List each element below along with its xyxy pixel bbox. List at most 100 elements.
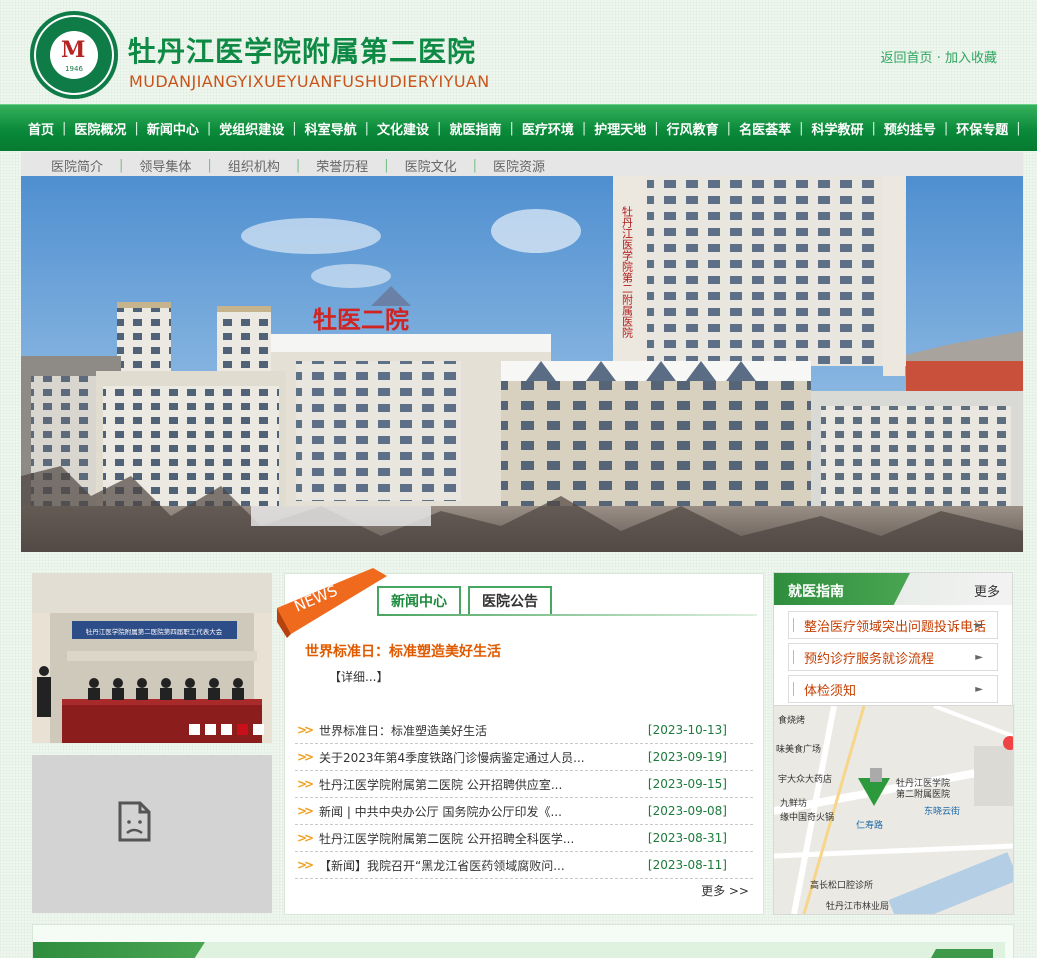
news-slideshow[interactable]: 牡丹江医学院附属第二医院第四届职工代表大会 — [32, 573, 272, 743]
guide-title: 就医指南 — [788, 584, 844, 600]
subnav-item-label[interactable]: 荣誉历程 — [316, 156, 368, 175]
guide-item-label[interactable]: 体检须知 — [804, 680, 856, 699]
subnav-separator: | — [472, 158, 478, 173]
tab-news-center[interactable]: 新闻中心 — [377, 586, 461, 616]
news-item-title[interactable]: 关于2023年第4季度铁路门诊慢病鉴定通过人员... — [319, 749, 657, 766]
subnav-item[interactable]: 荣誉历程 | — [316, 156, 404, 175]
sub-nav: 医院简介 | 领导集体 | 组织机构 | 荣誉历程 | 医院文化 | 医院资源 — [21, 152, 1023, 176]
subnav-item-label[interactable]: 医院简介 — [51, 156, 103, 175]
subnav-item-label[interactable]: 领导集体 — [139, 156, 191, 175]
nav-item[interactable]: 科学教研 | — [803, 119, 875, 138]
link-separator: · — [936, 51, 941, 66]
nav-item[interactable]: 行风教育 | — [659, 119, 731, 138]
subnav-item[interactable]: 领导集体 | — [139, 156, 227, 175]
nav-item[interactable]: 名医荟萃 | — [731, 119, 803, 138]
subnav-item[interactable]: 医院简介 | — [51, 156, 139, 175]
nav-item[interactable]: 党组织建设 | — [211, 119, 296, 138]
news-list-item[interactable]: >> 世界标准日：标准塑造美好生活 [2023-10-13] — [295, 717, 753, 744]
triangle-right-icon: ► — [975, 683, 983, 695]
nav-item[interactable]: 文化建设 | — [369, 119, 441, 138]
news-panel: NEWS 新闻中心 医院公告 世界标准日：标准塑造美好生活 【详细...】 >>… — [277, 568, 764, 915]
slide-dot[interactable] — [221, 724, 232, 735]
subnav-separator: | — [384, 158, 389, 173]
nav-item[interactable]: 预约挂号 | — [876, 119, 948, 138]
tab-hospital-notice[interactable]: 医院公告 — [468, 586, 552, 616]
slide-dot[interactable] — [253, 724, 264, 735]
slide-dot[interactable] — [237, 724, 248, 735]
nav-item-label[interactable]: 文化建设 — [369, 119, 437, 138]
slide-dot[interactable] — [189, 724, 200, 735]
news-item-title[interactable]: 牡丹江医学院附属第二医院 公开招聘供应室... — [319, 776, 657, 793]
news-list-item[interactable]: >> 【新闻】我院召开“黑龙江省医药领域腐败问... [2023-08-11] — [295, 852, 753, 879]
map-label: 缘中国奇火锅 — [780, 813, 835, 823]
nav-separator: | — [1016, 120, 1021, 136]
nav-item[interactable]: 新闻中心 | — [139, 119, 211, 138]
subnav-separator: | — [207, 158, 212, 173]
home-link[interactable]: 返回首页 — [881, 51, 933, 66]
guide-item[interactable]: 体检须知 ► — [788, 675, 998, 703]
subnav-item[interactable]: 组织机构 | — [228, 156, 316, 175]
news-item-date: [2023-08-11] — [647, 858, 727, 872]
subnav-item-label[interactable]: 医院文化 — [405, 156, 457, 175]
nav-item[interactable]: 医疗环境 | — [514, 119, 586, 138]
news-list-item[interactable]: >> 新闻 | 中共中央办公厅 国务院办公厅印发《... [2023-09-08] — [295, 798, 753, 825]
double-chevron-icon: >> — [297, 750, 314, 764]
nav-item[interactable]: 医院概况 | — [66, 119, 138, 138]
nav-item[interactable]: 环保专题 | — [948, 119, 1020, 138]
news-item-date: [2023-09-15] — [647, 777, 727, 791]
guide-item-label[interactable]: 预约诊疗服务就诊流程 — [804, 648, 934, 667]
nav-item-label[interactable]: 科学教研 — [803, 119, 871, 138]
double-chevron-icon: >> — [297, 831, 314, 845]
guide-item[interactable]: 预约诊疗服务就诊流程 ► — [788, 643, 998, 671]
guide-item[interactable]: 整治医疗领域突出问题投诉电话 ► — [788, 611, 998, 639]
guide-more-link[interactable]: 更多 — [974, 581, 1000, 600]
nav-item[interactable]: 就医指南 | — [441, 119, 513, 138]
map-label: 宇大众大药店 — [778, 775, 833, 785]
news-item-title[interactable]: 世界标准日：标准塑造美好生活 — [319, 722, 657, 739]
favorite-link[interactable]: 加入收藏 — [945, 51, 997, 66]
location-map[interactable]: 食烧烤 味美食广场 宇大众大药店 九鲜坊 缘中国奇火锅 牡丹江医学院 第二附属医院 东晓云街仁… — [773, 705, 1014, 915]
news-list-item[interactable]: >> 关于2023年第4季度铁路门诊慢病鉴定通过人员... [2023-09-19] — [295, 744, 753, 771]
detail-link[interactable]: 【详细...】 — [329, 668, 388, 685]
top-links: 返回首页 · 加入收藏 — [881, 47, 997, 66]
nav-item-label[interactable]: 科室导航 — [297, 119, 365, 138]
news-item-title[interactable]: 牡丹江医学院附属第二医院 公开招聘全科医学... — [319, 830, 657, 847]
slide-dot[interactable] — [205, 724, 216, 735]
news-more-link[interactable]: 更多 >> — [701, 882, 749, 899]
subnav-separator: | — [119, 158, 124, 173]
news-list-item[interactable]: >> 牡丹江医学院附属第二医院 公开招聘全科医学... [2023-08-31] — [295, 825, 753, 852]
nav-item-label[interactable]: 就医指南 — [441, 119, 509, 138]
subnav-item-label[interactable]: 医院资源 — [493, 156, 545, 175]
double-chevron-icon: >> — [297, 777, 314, 791]
news-headline[interactable]: 世界标准日：标准塑造美好生活 — [305, 641, 501, 661]
nav-item[interactable]: 科室导航 | — [297, 119, 369, 138]
map-label: 第二附属医院 — [896, 790, 951, 800]
nav-item-label[interactable]: 行风教育 — [659, 119, 727, 138]
slide-dots — [189, 724, 264, 735]
site-header: M 1946 牡丹江医学院附属第二医院 MUDANJIANGYIXUEYUANF… — [0, 0, 1037, 104]
nav-item-label[interactable]: 环保专题 — [948, 119, 1016, 138]
meeting-photo: 牡丹江医学院附属第二医院第四届职工代表大会 — [32, 573, 272, 743]
subnav-item-label[interactable]: 组织机构 — [228, 156, 280, 175]
news-list-item[interactable]: >> 牡丹江医学院附属第二医院 公开招聘供应室... [2023-09-15] — [295, 771, 753, 798]
nav-item-label[interactable]: 预约挂号 — [876, 119, 944, 138]
triangle-right-icon: ► — [975, 619, 983, 631]
nav-item-label[interactable]: 党组织建设 — [211, 119, 292, 138]
map-label: 牡丹江市林业局 — [826, 902, 890, 912]
nav-item-label[interactable]: 医疗环境 — [514, 119, 582, 138]
hospital-logo[interactable]: M 1946 — [30, 11, 118, 99]
guide-item-label[interactable]: 整治医疗领域突出问题投诉电话 — [804, 616, 986, 635]
nav-item-label[interactable]: 医院概况 — [66, 119, 134, 138]
subnav-item[interactable]: 医院资源 — [493, 156, 545, 175]
nav-item-label[interactable]: 护理天地 — [586, 119, 654, 138]
news-item-title[interactable]: 【新闻】我院召开“黑龙江省医药领域腐败问... — [319, 857, 657, 874]
nav-item[interactable]: 护理天地 | — [586, 119, 658, 138]
nav-item-label[interactable]: 名医荟萃 — [731, 119, 799, 138]
tab-underline — [377, 614, 757, 616]
nav-item-label[interactable]: 新闻中心 — [139, 119, 207, 138]
nav-item[interactable]: 首页 | — [20, 119, 66, 138]
double-chevron-icon: >> — [297, 858, 314, 872]
news-item-title[interactable]: 新闻 | 中共中央办公厅 国务院办公厅印发《... — [319, 803, 657, 820]
nav-item-label[interactable]: 首页 — [20, 119, 62, 138]
subnav-item[interactable]: 医院文化 | — [405, 156, 493, 175]
